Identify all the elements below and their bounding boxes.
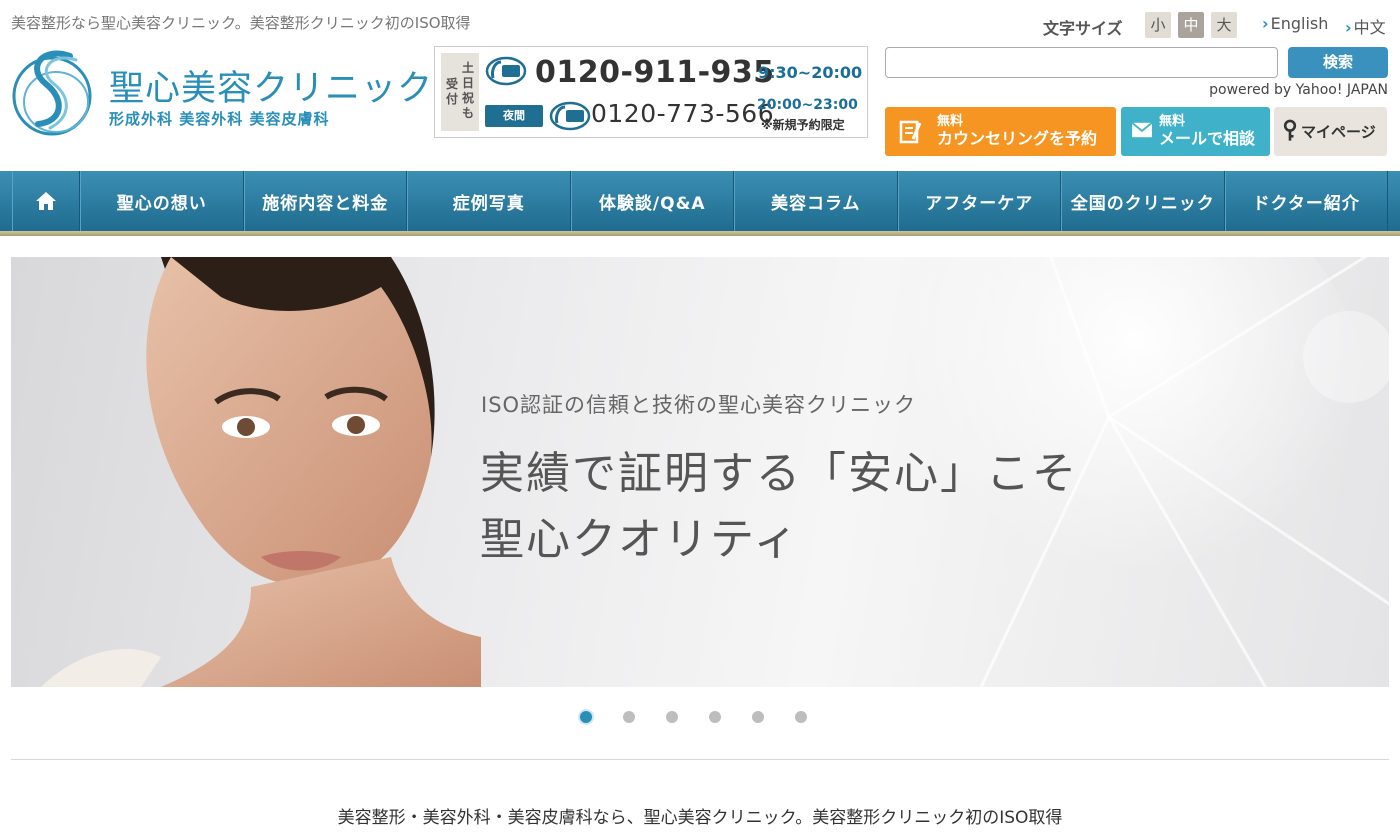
- counseling-reservation-button[interactable]: 無料 カウンセリングを予約: [885, 107, 1116, 156]
- nav-item-case-photos[interactable]: 症例写真: [407, 171, 571, 231]
- mypage-label: マイページ: [1301, 123, 1376, 141]
- chevron-right-icon: ›: [1262, 14, 1269, 33]
- hero-headline-2: 聖心クオリティ: [480, 514, 800, 565]
- freedial-icon: [485, 56, 527, 86]
- mail-free-label: 無料: [1159, 114, 1186, 129]
- phone-contact-box: 受付 土日祝も 0120-911-935 9:30~20:00 夜間 0120-…: [434, 46, 868, 138]
- search-powered-by: powered by Yahoo! JAPAN: [1209, 82, 1388, 98]
- counseling-label: カウンセリングを予約: [937, 129, 1098, 148]
- nav-item-philosophy[interactable]: 聖心の想い: [80, 171, 244, 231]
- lang-english-link[interactable]: › English: [1262, 14, 1328, 33]
- slider-dot-2[interactable]: [623, 711, 635, 723]
- intro-heading: 美容整形・美容外科・美容皮膚科なら、聖心美容クリニック。美容整形クリニック初のI…: [337, 808, 1063, 828]
- night-badge: 夜間: [485, 105, 543, 127]
- font-size-small-button[interactable]: 小: [1145, 12, 1171, 38]
- site-tagline: 美容整形なら聖心美容クリニック。美容整形クリニック初のISO取得: [11, 14, 471, 32]
- logo-mark-icon: [12, 50, 92, 136]
- weekend-col-reception: 受付: [445, 77, 458, 106]
- nav-item-doctors[interactable]: ドクター紹介: [1224, 171, 1388, 231]
- lang-chinese-label: 中文: [1353, 18, 1386, 37]
- counseling-free-label: 無料: [937, 114, 964, 129]
- main-phone-hours: 9:30~20:00: [758, 63, 863, 82]
- night-phone-note: ※新規予約限定: [761, 118, 845, 132]
- hero-headline-1: 実績で証明する「安心」こそ: [480, 448, 1078, 499]
- slider-dot-4[interactable]: [709, 711, 721, 723]
- clinic-logo[interactable]: 聖心美容クリニック 形成外科 美容外科 美容皮膚科: [12, 46, 432, 138]
- home-icon: [36, 192, 56, 210]
- weekend-col-days: 土日祝も: [461, 61, 474, 120]
- slider-dot-1[interactable]: [580, 711, 592, 723]
- mypage-button[interactable]: マイページ: [1274, 107, 1387, 156]
- nav-item-treatments[interactable]: 施術内容と料金: [243, 171, 407, 231]
- logo-name: 聖心美容クリニック: [109, 69, 434, 109]
- nav-home[interactable]: [12, 171, 80, 231]
- chevron-right-icon: ›: [1345, 18, 1352, 37]
- hero-subtitle: ISO認証の信頼と技術の聖心美容クリニック: [481, 393, 917, 417]
- slider-dot-5[interactable]: [752, 711, 764, 723]
- nav-item-testimonials[interactable]: 体験談/Q&A: [570, 171, 734, 231]
- nav-item-clinics[interactable]: 全国のクリニック: [1061, 171, 1225, 231]
- slider-dots: [580, 711, 807, 723]
- nav-item-aftercare[interactable]: アフターケア: [897, 171, 1061, 231]
- night-phone-number[interactable]: 0120-773-566: [591, 99, 774, 128]
- lang-chinese-link[interactable]: › 中文: [1345, 14, 1386, 38]
- slider-dot-6[interactable]: [795, 711, 807, 723]
- hero-slide[interactable]: ISO認証の信頼と技術の聖心美容クリニック 実績で証明する「安心」こそ 聖心クオ…: [11, 257, 1389, 687]
- nav-item-column[interactable]: 美容コラム: [734, 171, 898, 231]
- freedial-night-icon: [549, 101, 591, 131]
- search-button[interactable]: 検索: [1288, 47, 1388, 78]
- model-photo: [41, 257, 481, 687]
- main-nav: 聖心の想い 施術内容と料金 症例写真 体験談/Q&A 美容コラム アフターケア …: [0, 171, 1400, 231]
- notepad-icon: [899, 120, 922, 144]
- logo-departments: 形成外科 美容外科 美容皮膚科: [109, 110, 330, 128]
- main-phone-number[interactable]: 0120-911-935: [535, 55, 775, 90]
- mail-icon: [1131, 122, 1153, 138]
- font-size-large-button[interactable]: 大: [1211, 12, 1237, 38]
- mail-label: メールで相談: [1159, 129, 1256, 148]
- font-size-label: 文字サイズ: [1043, 19, 1123, 38]
- font-size-medium-button[interactable]: 中: [1178, 12, 1204, 38]
- night-badge-label: 夜間: [503, 109, 525, 122]
- weekend-badge: 受付 土日祝も: [441, 53, 479, 131]
- key-icon: [1283, 119, 1297, 141]
- mail-consultation-button[interactable]: 無料 メールで相談: [1121, 107, 1270, 156]
- nav-bottom-border: [0, 231, 1400, 236]
- night-phone-hours: 20:00~23:00: [757, 97, 858, 113]
- search-input[interactable]: [885, 47, 1278, 78]
- section-divider: [11, 759, 1389, 760]
- slider-dot-3[interactable]: [666, 711, 678, 723]
- lang-english-label: English: [1270, 14, 1329, 33]
